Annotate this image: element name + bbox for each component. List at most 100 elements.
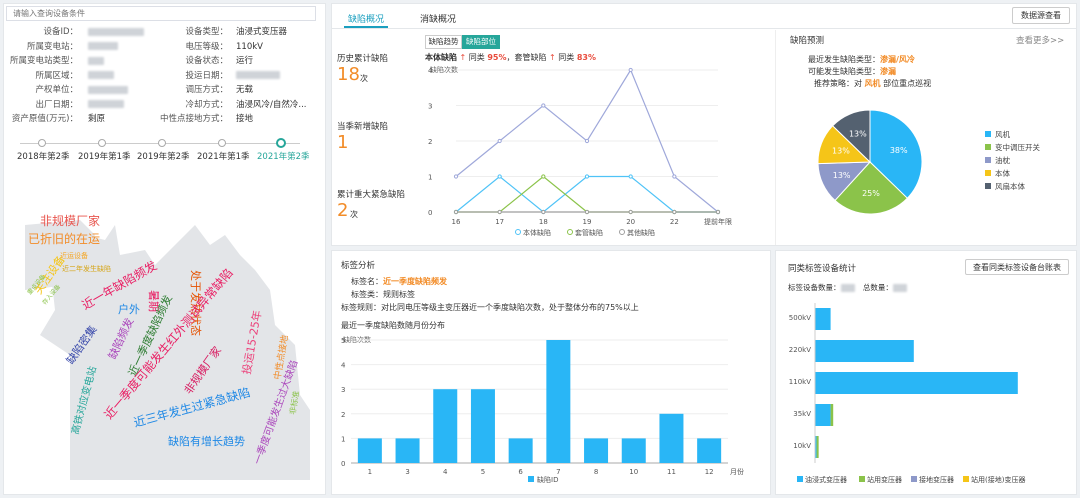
legend-label: 套管缺陷: [575, 228, 603, 237]
subtab-location[interactable]: 缺陷部位: [462, 35, 500, 49]
info-label: 设备ID：: [43, 27, 78, 37]
x-tick-label: 20: [626, 218, 635, 226]
history-defect-label: 历史累计缺陷: [337, 54, 389, 64]
prediction-value: 渗漏/风冷: [880, 55, 915, 64]
x-tick-label: 3: [405, 468, 409, 476]
bar: [508, 438, 533, 463]
timeline-label[interactable]: 2019年第1季: [78, 150, 131, 162]
data-point: [628, 174, 633, 179]
tab-defect-overview[interactable]: 缺陷概况: [348, 12, 384, 25]
legend-marker: [797, 476, 803, 482]
urgent-defect-unit: 次: [350, 210, 358, 219]
legend-label: 油浸式变压器: [805, 475, 847, 484]
data-point: [584, 138, 590, 144]
y-tick-label: 4: [428, 67, 433, 75]
legend-marker: [859, 476, 865, 482]
legend-label: 接地变压器: [919, 475, 954, 484]
pie-label: 13%: [832, 147, 850, 156]
data-point: [672, 209, 677, 215]
cloud-word: 缺陷有增长趋势: [168, 434, 245, 448]
prediction-label: 部位重点巡视: [883, 79, 932, 88]
arrow-up-icon: ↑: [549, 53, 556, 62]
x-tick-label: 7: [556, 468, 560, 476]
series-line: [456, 175, 718, 213]
tag-rule-value: 对比同电压等级主变压器近一个季度缺陷次数，处于整体分布的75%以上: [381, 303, 639, 312]
info-label: 电压等级：: [185, 41, 228, 52]
timeline-label[interactable]: 2018年第2季: [17, 150, 70, 162]
prediction-value: 风机: [864, 79, 881, 88]
bar: [584, 438, 609, 463]
y-tick-label: 1: [428, 174, 432, 182]
timeline-label[interactable]: 2021年第1季: [197, 150, 250, 162]
x-tick-label: 8: [594, 468, 598, 476]
bar: [621, 438, 646, 463]
data-point: [628, 209, 633, 215]
bar: [395, 438, 420, 463]
timeline-dot[interactable]: [218, 139, 226, 147]
x-axis-label: 月份: [730, 467, 744, 476]
data-point: [672, 174, 677, 179]
summary-value: 95%: [487, 53, 507, 62]
legend-label: 站用变压器: [867, 475, 902, 484]
timeline-dot[interactable]: [158, 139, 166, 147]
bar: [815, 404, 831, 426]
view-ledger-button[interactable]: 查看同类标签设备台账表: [965, 259, 1069, 275]
timeline-dot[interactable]: [98, 139, 106, 147]
timeline-dot-active[interactable]: [276, 138, 286, 148]
new-defect-label: 当季新增缺陷: [337, 122, 389, 132]
data-source-button[interactable]: 数据源查看: [1012, 7, 1070, 24]
data-point: [497, 138, 502, 144]
tab-divider: [331, 28, 1077, 29]
bar: [815, 340, 914, 362]
y-tick-label: 10kV: [793, 442, 811, 450]
bar: [815, 308, 831, 330]
timeline-label-active[interactable]: 2021年第2季: [257, 150, 310, 162]
x-tick-label: 11: [667, 468, 676, 476]
tag-analysis-title: 标签分析: [341, 261, 376, 271]
x-tick-label: 10: [629, 468, 638, 476]
info-value: 接地: [236, 114, 254, 124]
urgent-defect-label: 累计重大紧急缺陷: [337, 190, 406, 200]
timeline-label[interactable]: 2019年第2季: [137, 150, 190, 162]
urgent-defect-value: 2: [337, 200, 349, 221]
prediction-details: 最近发生缺陷类型：渗漏/风冷 可能发生缺陷类型：渗漏 推荐策略：对 风机 部位重…: [808, 54, 931, 90]
bar: [659, 413, 684, 463]
bar: [697, 438, 722, 463]
tab-elimination-overview[interactable]: 消缺概况: [420, 12, 456, 25]
legend-label: 风机: [995, 129, 1010, 139]
info-value: 无载: [236, 85, 254, 95]
bar: [816, 436, 819, 458]
legend-marker: [985, 144, 991, 150]
y-tick-label: 4: [341, 362, 346, 370]
legend-marker: [985, 131, 991, 137]
bar: [433, 389, 458, 463]
info-label: 资产原值(万元)：: [11, 114, 78, 124]
legend-marker: [985, 170, 991, 176]
info-label: 所属区域：: [35, 70, 78, 81]
y-tick-label: 0: [428, 209, 432, 217]
data-point: [541, 103, 546, 108]
x-tick-label: 12: [705, 468, 714, 476]
y-tick-label: 500kV: [789, 314, 811, 322]
panel-divider: [775, 30, 776, 245]
subtab-trend[interactable]: 缺陷趋势: [425, 35, 462, 49]
cloud-word: 非规模厂家: [40, 213, 100, 228]
defect-trend-chart: 缺陷次数 0 1 2 3 4 16 17 18 19 20 22 提前年限本体缺陷 套管缺陷 其他缺陷: [428, 65, 732, 237]
legend-label: 变中调压开关: [995, 142, 1040, 152]
info-label: 冷却方式：: [185, 99, 228, 110]
tag-name-value: 近一季度缺陷频发: [383, 277, 447, 286]
timeline-dot[interactable]: [38, 139, 46, 147]
legend-label: 其他缺陷: [627, 228, 655, 237]
series-line: [455, 175, 718, 213]
x-tick-label: 5: [481, 468, 485, 476]
defect-prediction-pie: 38% 25% 13% 13% 13% 风机变中调压开关油枕本体风扇本体: [817, 109, 1040, 215]
bar: [830, 404, 834, 426]
x-tick-label: 6: [518, 468, 523, 476]
x-tick-label: 17: [495, 218, 504, 226]
same-tag-voltage-chart: 500kV 220kV 110kV 35kV 10kV 油浸式变压器 站用变压器 接地变压器 站…: [789, 303, 1025, 484]
prediction-title: 缺陷预测: [790, 36, 825, 46]
search-input[interactable]: [6, 6, 316, 21]
tag-type-value: 规则标签: [383, 290, 415, 299]
history-defect-value: 18: [337, 64, 360, 85]
view-more-link[interactable]: 查看更多>>: [1016, 34, 1064, 46]
